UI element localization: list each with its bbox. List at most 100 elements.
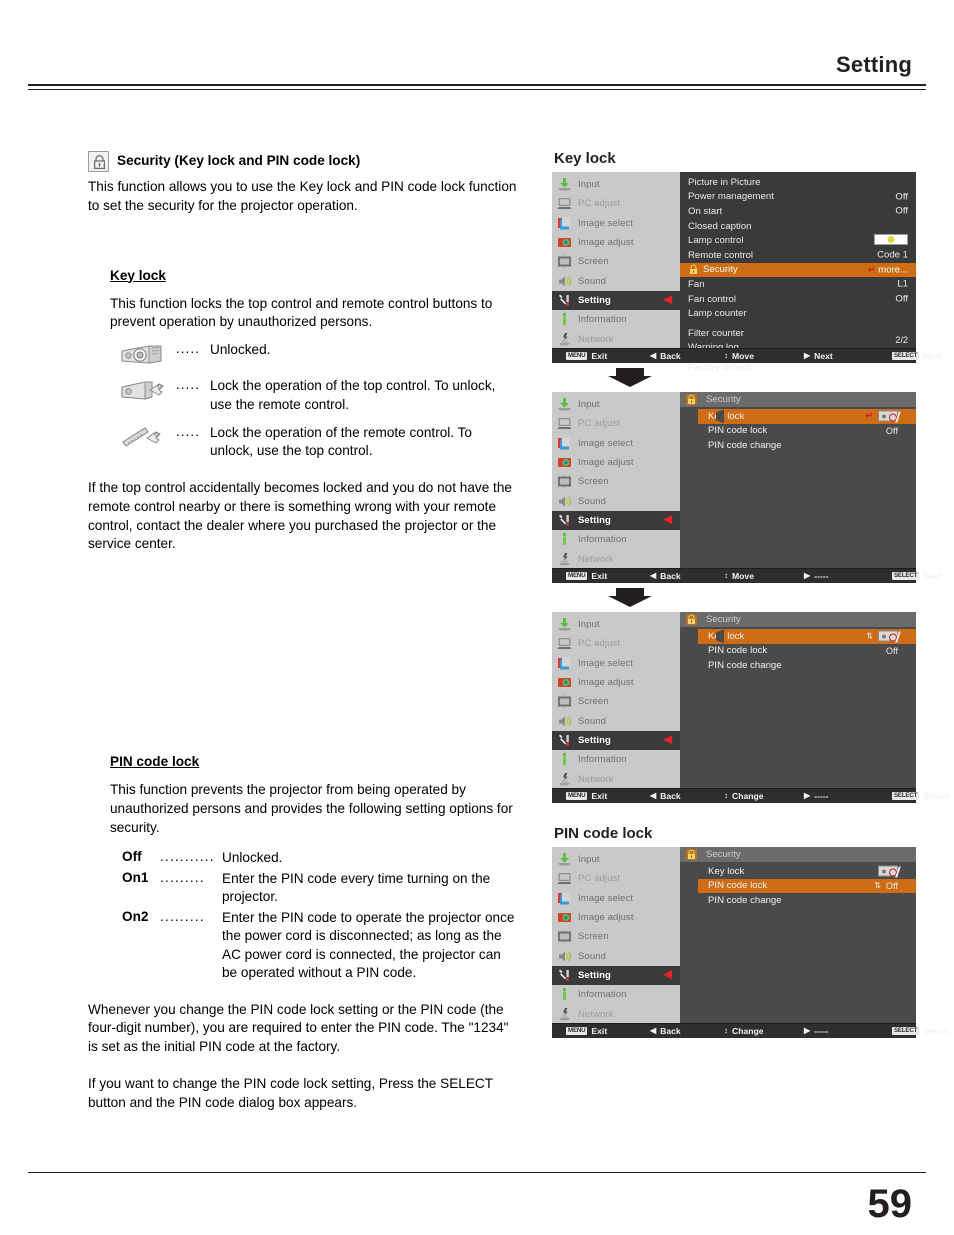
sidebar-item-sound[interactable]: Sound xyxy=(552,711,680,730)
pincode-note-2: If you want to change the PIN code lock … xyxy=(88,1075,493,1110)
osd-main-setting-list[interactable]: Picture in Picture Power management Off … xyxy=(680,172,916,373)
sidebar-item-image-adjust[interactable]: Image adjust xyxy=(552,673,680,692)
osd-sidebar-4[interactable]: Input PC adjust Image select Image adjust Sc… xyxy=(552,847,688,1023)
hint--[interactable]: ▶ ----- xyxy=(804,791,828,801)
sidebar-item-information[interactable]: Information xyxy=(552,985,680,1004)
hint-change[interactable]: ↕ Change xyxy=(724,1026,764,1036)
osd-panel-security-pincodelock[interactable]: Input PC adjust Image select Image adjust Sc… xyxy=(552,847,949,1038)
menu-row-fan-control[interactable]: Fan control Off xyxy=(680,292,916,307)
pincode-option-dots-1: ......... xyxy=(160,869,205,885)
sidebar-item-setting[interactable]: Setting ◀ xyxy=(552,510,688,531)
sidebar-item-pc-adjust[interactable]: PC adjust xyxy=(552,194,680,213)
hint-next[interactable]: ▶ Next xyxy=(804,351,833,361)
menu-label: Security xyxy=(703,264,738,276)
sidebar-item-information[interactable]: Information xyxy=(552,530,680,549)
sidebar-item-pc-adjust[interactable]: PC adjust xyxy=(552,634,680,653)
sidebar-item-network[interactable]: Network xyxy=(552,549,680,568)
sidebar-item-network[interactable]: Network xyxy=(552,769,680,788)
keylock-item-dots-2: ..... xyxy=(176,423,200,439)
osd-main-security-2[interactable]: Security Key lock ↵ PIN code lock Off PI… xyxy=(680,392,916,570)
submenu-row-pin-code-lock[interactable]: PIN code lock Off xyxy=(680,644,916,659)
hint-back[interactable]: ◀ Back xyxy=(650,351,681,361)
sidebar-item-screen[interactable]: Screen xyxy=(552,252,680,271)
menu-row-remote-control[interactable]: Remote control Code 1 xyxy=(680,248,916,263)
hint-exit[interactable]: MENU Exit xyxy=(566,351,607,361)
hint-select[interactable]: SELECT Select xyxy=(892,1026,949,1036)
submenu-row-pin-code-lock[interactable]: PIN code lock ⇅ Off xyxy=(698,878,916,894)
sidebar-item-image-select[interactable]: Image select xyxy=(552,889,680,908)
submenu-row-pin-code-change[interactable]: PIN code change xyxy=(680,438,916,453)
hint--[interactable]: ▶ ----- xyxy=(804,1026,828,1036)
sidebar-item-image-select[interactable]: Image select xyxy=(552,654,680,673)
sidebar-item-image-adjust[interactable]: Image adjust xyxy=(552,908,680,927)
hint-exit[interactable]: MENU Exit xyxy=(566,791,607,801)
sound-icon xyxy=(557,494,572,509)
pincodelock-body-text: This function prevents the projector fro… xyxy=(110,782,513,835)
menu-row-on-start[interactable]: On start Off xyxy=(680,204,916,219)
sidebar-item-pc-adjust[interactable]: PC adjust xyxy=(552,414,680,433)
sidebar-item-sound[interactable]: Sound xyxy=(552,491,680,510)
menu-row-picture-in-picture[interactable]: Picture in Picture xyxy=(680,175,916,190)
sidebar-item-screen[interactable]: Screen xyxy=(552,927,680,946)
hint-back[interactable]: ◀ Back xyxy=(650,1026,681,1036)
hint-next[interactable]: SELECT Next xyxy=(892,351,942,361)
sidebar-item-information[interactable]: Information xyxy=(552,310,680,329)
image-select-icon xyxy=(557,216,572,231)
osd-panel-security-keylock-select[interactable]: Input PC adjust Image select Image adjust Sc… xyxy=(552,392,942,583)
menu-row-fan[interactable]: Fan L1 xyxy=(680,277,916,292)
sidebar-item-input[interactable]: Input xyxy=(552,850,680,869)
sidebar-item-network[interactable]: Network xyxy=(552,329,680,348)
osd-main-security-3[interactable]: Security Key lock ⇅ PIN code lock Off PI… xyxy=(680,612,916,790)
menu-row-lamp-control[interactable]: Lamp control xyxy=(680,233,916,248)
osd-sidebar-1[interactable]: Input PC adjust Image select Image adjust Sc… xyxy=(552,172,688,348)
menu-row-lamp-counter[interactable]: Lamp counter xyxy=(680,306,916,321)
hint-change[interactable]: ↕ Change xyxy=(724,791,764,801)
submenu-row-pin-code-lock[interactable]: PIN code lock Off xyxy=(680,424,916,439)
hint-next[interactable]: SELECT Next xyxy=(892,571,942,581)
menu-row-security[interactable]: Security ↵ more... xyxy=(680,262,916,278)
osd-main-security-4[interactable]: Security Key lock PIN code lock ⇅ Off PI… xyxy=(680,847,916,1025)
sidebar-item-sound[interactable]: Sound xyxy=(552,946,680,965)
sidebar-item-image-select[interactable]: Image select xyxy=(552,434,680,453)
sidebar-item-input[interactable]: Input xyxy=(552,175,680,194)
hint-move[interactable]: ↕ Move xyxy=(724,351,754,361)
menu-label: Fan xyxy=(688,278,705,290)
sidebar-item-input[interactable]: Input xyxy=(552,615,680,634)
osd-sidebar-3[interactable]: Input PC adjust Image select Image adjust Sc… xyxy=(552,612,688,788)
sidebar-item-information[interactable]: Information xyxy=(552,750,680,769)
osd-panel-setting-menu[interactable]: Input PC adjust Image select Image adjust Sc… xyxy=(552,172,942,373)
hint-select[interactable]: SELECT Select xyxy=(892,791,949,801)
submenu-row-key-lock[interactable]: Key lock ↵ xyxy=(698,409,916,424)
hint-move[interactable]: ↕ Move xyxy=(724,571,754,581)
osd-submenu-area-4[interactable]: Key lock PIN code lock ⇅ Off PIN code ch… xyxy=(680,862,916,1025)
osd-sidebar-2[interactable]: Input PC adjust Image select Image adjust Sc… xyxy=(552,392,688,568)
sidebar-item-screen[interactable]: Screen xyxy=(552,472,680,491)
sidebar-item-network[interactable]: Network xyxy=(552,1004,680,1023)
menu-row-power-management[interactable]: Power management Off xyxy=(680,190,916,205)
osd-submenu-area-2[interactable]: Key lock ↵ PIN code lock Off PIN code ch… xyxy=(680,407,916,570)
hint-back[interactable]: ◀ Back xyxy=(650,571,681,581)
sidebar-item-setting[interactable]: Setting ◀ xyxy=(552,965,688,986)
hint-back[interactable]: ◀ Back xyxy=(650,791,681,801)
sidebar-item-sound[interactable]: Sound xyxy=(552,271,680,290)
sidebar-item-image-adjust[interactable]: Image adjust xyxy=(552,453,680,472)
submenu-row-key-lock[interactable]: Key lock xyxy=(680,864,916,879)
submenu-row-key-lock[interactable]: Key lock ⇅ xyxy=(698,629,916,644)
hint--[interactable]: ▶ ----- xyxy=(804,571,828,581)
hint-exit[interactable]: MENU Exit xyxy=(566,1026,607,1036)
osd-submenu-area-3[interactable]: Key lock ⇅ PIN code lock Off PIN code ch… xyxy=(680,627,916,790)
submenu-row-pin-code-change[interactable]: PIN code change xyxy=(680,893,916,908)
sidebar-item-image-adjust[interactable]: Image adjust xyxy=(552,233,680,252)
sidebar-item-image-select[interactable]: Image select xyxy=(552,214,680,233)
menu-label: Closed caption xyxy=(688,220,752,232)
sidebar-item-input[interactable]: Input xyxy=(552,395,680,414)
hint-exit[interactable]: MENU Exit xyxy=(566,571,607,581)
sidebar-item-setting[interactable]: Setting ◀ xyxy=(552,290,688,311)
submenu-row-pin-code-change[interactable]: PIN code change xyxy=(680,658,916,673)
sidebar-item-setting[interactable]: Setting ◀ xyxy=(552,730,688,751)
menu-row-filter-counter[interactable]: Filter counter xyxy=(680,326,916,341)
menu-row-closed-caption[interactable]: Closed caption xyxy=(680,219,916,234)
sidebar-item-screen[interactable]: Screen xyxy=(552,692,680,711)
sidebar-item-pc-adjust[interactable]: PC adjust xyxy=(552,869,680,888)
osd-panel-security-keylock-change[interactable]: Input PC adjust Image select Image adjust Sc… xyxy=(552,612,949,803)
